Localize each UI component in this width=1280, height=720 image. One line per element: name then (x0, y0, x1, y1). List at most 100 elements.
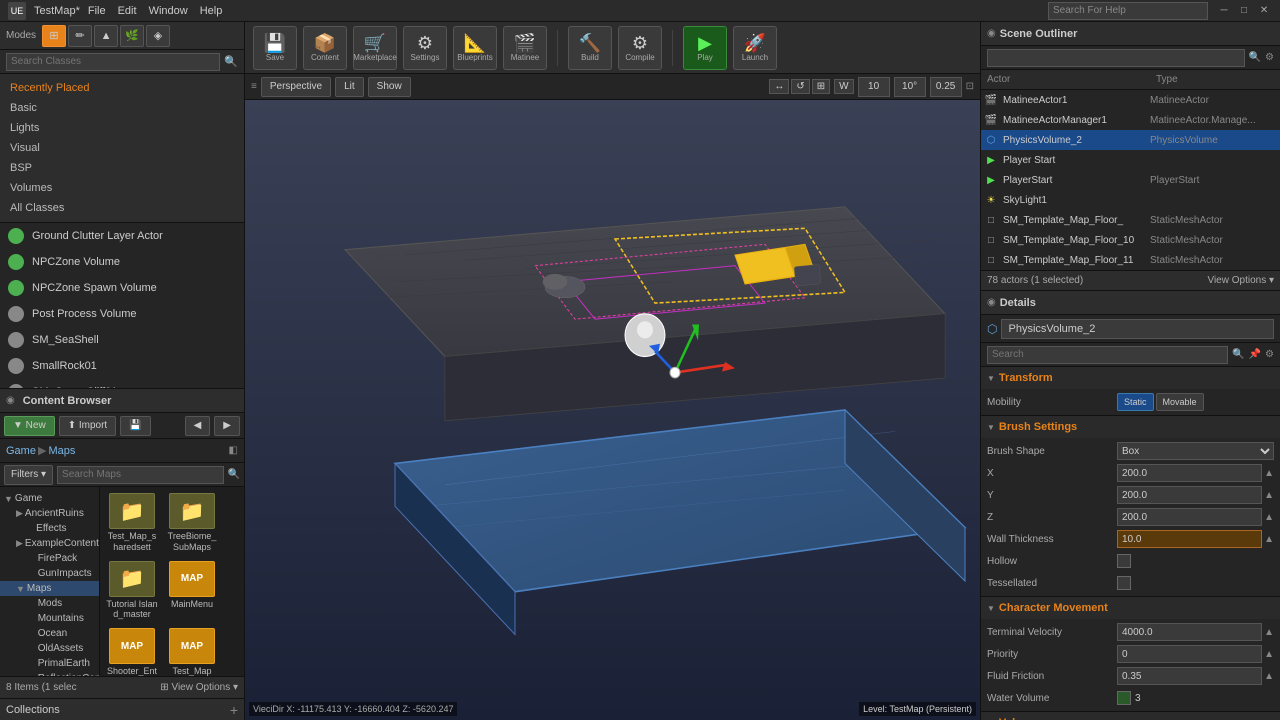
list-item[interactable]: MAP Test_Map (164, 626, 220, 676)
character-movement-header[interactable]: ▼ Character Movement (981, 597, 1280, 619)
tree-item[interactable]: ▶ Effects (0, 521, 99, 536)
so-search-input[interactable] (987, 49, 1245, 67)
list-item[interactable]: 📁 Test_Map_sharedsett (104, 491, 160, 555)
so-settings-icon[interactable]: ⚙ (1265, 52, 1274, 63)
angle-value[interactable]: 10° (894, 77, 926, 97)
ff-up-icon[interactable]: ▲ (1264, 671, 1274, 682)
save-button[interactable]: 💾 Save (253, 26, 297, 70)
lit-button[interactable]: Lit (335, 77, 364, 97)
mode-paint[interactable]: ✏ (68, 25, 92, 47)
so-row-0[interactable]: 🎬 MatineeActor1 MatineeActor (981, 90, 1280, 110)
cat-visual[interactable]: Visual (0, 138, 244, 158)
settings-button[interactable]: ⚙ Settings (403, 26, 447, 70)
water-volume-checkbox[interactable] (1117, 691, 1131, 705)
brush-shape-select[interactable]: Box (1117, 442, 1274, 460)
list-item[interactable]: Ground Clutter Layer Actor (0, 223, 244, 249)
hollow-checkbox[interactable] (1117, 554, 1131, 568)
path-game[interactable]: Game (6, 445, 36, 457)
content-button[interactable]: 📦 Content (303, 26, 347, 70)
tree-item[interactable]: ▶ Mountains (0, 611, 99, 626)
new-button[interactable]: ▼ New (4, 416, 55, 436)
save-button[interactable]: 💾 (120, 416, 150, 436)
list-item[interactable]: NPCZone Spawn Volume (0, 275, 244, 301)
maximize-viewport[interactable]: ⊡ (966, 81, 974, 92)
3d-viewport[interactable]: VieciDir X: -11175.413 Y: -16660.404 Z: … (245, 100, 980, 720)
build-button[interactable]: 🔨 Build (568, 26, 612, 70)
static-button[interactable]: Static (1117, 393, 1154, 411)
view-options-button[interactable]: View Options ▾ (1207, 275, 1274, 286)
x-up-icon[interactable]: ▲ (1264, 468, 1274, 479)
rotate-tool[interactable]: ↺ (791, 79, 809, 94)
list-item[interactable]: SmallRock01 (0, 353, 244, 379)
scale-value[interactable]: 0.25 (930, 77, 962, 97)
cat-basic[interactable]: Basic (0, 98, 244, 118)
menu-help[interactable]: Help (200, 5, 223, 17)
list-item[interactable]: NPCZone Volume (0, 249, 244, 275)
matinee-button[interactable]: 🎬 Matinee (503, 26, 547, 70)
tv-input[interactable] (1117, 623, 1262, 641)
y-input[interactable] (1117, 486, 1262, 504)
grid-size-value[interactable]: 10 (858, 77, 890, 97)
priority-input[interactable] (1117, 645, 1262, 663)
brush-settings-header[interactable]: ▼ Brush Settings (981, 416, 1280, 438)
minimize-button[interactable]: ─ (1216, 3, 1232, 19)
so-row-3[interactable]: ▶ Player Start (981, 150, 1280, 170)
transform-section-header[interactable]: ▼ Transform (981, 367, 1280, 389)
tv-up-icon[interactable]: ▲ (1264, 627, 1274, 638)
priority-up-icon[interactable]: ▲ (1264, 649, 1274, 660)
help-search[interactable]: Search For Help (1048, 2, 1208, 20)
perspective-button[interactable]: Perspective (261, 77, 331, 97)
tree-item[interactable]: ▶ GunImpacts (0, 566, 99, 581)
collections-add-button[interactable]: + (230, 702, 238, 718)
wall-thickness-input[interactable] (1117, 530, 1262, 548)
place-search-input[interactable] (6, 53, 220, 71)
menu-file[interactable]: File (88, 5, 106, 17)
list-item[interactable]: 📁 Tutorial Island_master (104, 559, 160, 623)
tessellated-checkbox[interactable] (1117, 576, 1131, 590)
mode-landscape[interactable]: ▲ (94, 25, 118, 47)
marketplace-button[interactable]: 🛒 Marketplace (353, 26, 397, 70)
so-row-6[interactable]: □ SM_Template_Map_Floor_ StaticMeshActor (981, 210, 1280, 230)
compile-button[interactable]: ⚙ Compile (618, 26, 662, 70)
world-local-toggle[interactable]: W (834, 79, 853, 94)
filters-button[interactable]: Filters ▾ (4, 465, 53, 485)
close-button[interactable]: ✕ (1256, 3, 1272, 19)
z-up-icon[interactable]: ▲ (1264, 512, 1274, 523)
show-button[interactable]: Show (368, 77, 411, 97)
wt-up-icon[interactable]: ▲ (1264, 534, 1274, 545)
list-item[interactable]: MAP Shooter_Entry (104, 626, 160, 676)
tree-item[interactable]: ▶ OldAssets (0, 641, 99, 656)
path-maps[interactable]: Maps (48, 445, 75, 457)
ff-input[interactable] (1117, 667, 1262, 685)
blueprints-button[interactable]: 📐 Blueprints (453, 26, 497, 70)
tree-item-maps[interactable]: ▼ Maps (0, 581, 99, 596)
volume-section-header[interactable]: ▼ Volume (981, 712, 1280, 720)
list-item[interactable]: MAP MainMenu (164, 559, 220, 623)
dp-name-input[interactable] (1001, 319, 1274, 339)
tree-item-game[interactable]: ▼ Game (0, 491, 99, 506)
list-item[interactable]: SM_Cave_Cliff01 (0, 379, 244, 388)
movable-button[interactable]: Movable (1156, 393, 1204, 411)
nav-back-button[interactable]: ◀ (185, 416, 211, 436)
tree-item[interactable]: ▶ AncientRuins (0, 506, 99, 521)
cat-lights[interactable]: Lights (0, 118, 244, 138)
list-item[interactable]: Post Process Volume (0, 301, 244, 327)
so-row-5[interactable]: ☀ SkyLight1 (981, 190, 1280, 210)
play-button[interactable]: ▶ Play (683, 26, 727, 70)
so-row-2[interactable]: ⬡ PhysicsVolume_2 PhysicsVolume (981, 130, 1280, 150)
menu-edit[interactable]: Edit (118, 5, 137, 17)
dp-pin-icon[interactable]: 📌 (1249, 349, 1261, 360)
import-button[interactable]: ⬆ Import (59, 416, 117, 436)
move-tool[interactable]: ↔ (769, 79, 789, 94)
dp-settings-icon[interactable]: ⚙ (1265, 349, 1274, 360)
so-row-4[interactable]: ▶ PlayerStart PlayerStart (981, 170, 1280, 190)
z-input[interactable] (1117, 508, 1262, 526)
so-row-7[interactable]: □ SM_Template_Map_Floor_10 StaticMeshAct… (981, 230, 1280, 250)
content-search-input[interactable] (57, 466, 224, 484)
cat-recently-placed[interactable]: Recently Placed (0, 78, 244, 98)
cat-all-classes[interactable]: All Classes (0, 198, 244, 218)
cat-bsp[interactable]: BSP (0, 158, 244, 178)
tree-item[interactable]: ▶ Mods (0, 596, 99, 611)
tree-item[interactable]: ▶ Ocean (0, 626, 99, 641)
viewport-options-icon[interactable]: ≡ (251, 81, 257, 92)
